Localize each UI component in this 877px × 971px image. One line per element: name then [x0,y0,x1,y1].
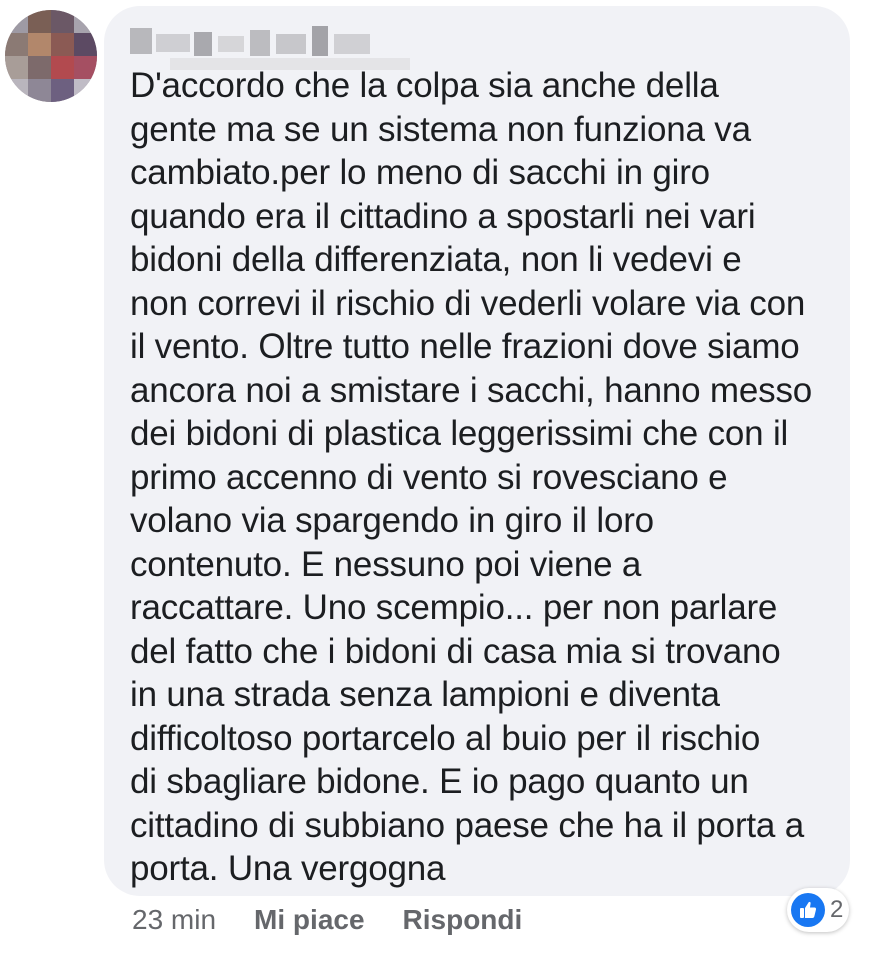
like-icon [791,893,825,927]
comment-text: D'accordo che la colpa sia anche della g… [130,66,813,888]
reaction-count: 2 [830,896,844,923]
avatar[interactable] [5,10,97,102]
comment: D'accordo che la colpa sia anche della g… [0,0,877,971]
reply-button[interactable]: Rispondi [403,904,523,936]
comment-actions: 23 min Mi piace Rispondi [132,900,560,940]
reactions-summary[interactable]: 2 [787,888,849,932]
timestamp[interactable]: 23 min [132,904,216,936]
like-button[interactable]: Mi piace [254,904,364,936]
